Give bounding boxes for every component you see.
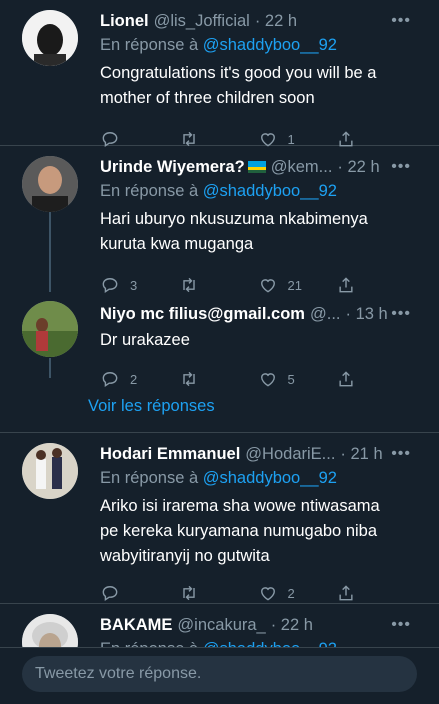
share-icon <box>339 277 353 293</box>
retweet-button[interactable] <box>179 583 258 603</box>
more-options-icon[interactable]: ••• <box>391 12 415 30</box>
tweet-text: Hari uburyo nkusuzuma nkabimenya kuruta k… <box>100 207 415 257</box>
reply-prefix: En réponse à <box>100 36 199 54</box>
heart-icon <box>260 373 275 387</box>
more-options-icon[interactable]: ••• <box>391 158 415 176</box>
more-options-icon[interactable]: ••• <box>391 616 415 634</box>
retweet-icon <box>183 371 195 387</box>
author-handle[interactable]: @incakura_ <box>177 616 265 635</box>
mention-link[interactable]: @shaddyboo__92 <box>203 182 337 200</box>
retweet-button[interactable] <box>179 369 258 389</box>
reply-icon <box>102 372 118 387</box>
share-icon <box>339 371 353 387</box>
timestamp[interactable]: · 22 h <box>271 616 313 635</box>
reply-icon <box>102 278 118 293</box>
author-name-text: Urinde Wiyemera? <box>100 157 245 176</box>
tweet-2[interactable]: Urinde Wiyemera? @kem... · 22 h ••• En r… <box>0 146 439 293</box>
timestamp[interactable]: · 22 h <box>255 12 297 31</box>
like-count: 2 <box>287 585 295 601</box>
retweet-icon <box>183 585 195 601</box>
share-icon <box>339 585 353 601</box>
like-button[interactable]: 21 <box>258 275 337 295</box>
author-handle[interactable]: @lis_Jofficial <box>154 12 250 31</box>
reply-context: En réponse à @shaddyboo__92 <box>100 469 415 488</box>
tweet-actions: 2 5 <box>100 367 415 391</box>
timestamp[interactable]: · 22 h <box>337 158 379 177</box>
like-button[interactable]: 5 <box>258 369 337 389</box>
tweet-text-line: Ariko isi irarema sha wowe ntiwasama <box>100 497 380 515</box>
more-options-icon[interactable]: ••• <box>391 445 415 463</box>
timestamp[interactable]: · 21 h <box>340 445 382 464</box>
tweet-text-line: Hari uburyo nkusuzuma nkabimenya <box>100 210 368 228</box>
tweet-text: Dr urakazee <box>100 328 415 353</box>
reply-context: En réponse à @shaddyboo__92 <box>100 182 415 201</box>
avatar[interactable] <box>22 156 78 212</box>
reply-prefix: En réponse à <box>100 182 199 200</box>
reply-count: 2 <box>130 371 138 387</box>
author-handle[interactable]: @kem... <box>271 158 333 177</box>
reply-count: 3 <box>130 277 138 293</box>
avatar[interactable] <box>22 10 78 66</box>
tweet-text-line: Congratulations it's good you will be a <box>100 64 377 82</box>
author-name[interactable]: Lionel <box>100 12 149 31</box>
reply-icon <box>102 586 118 601</box>
avatar[interactable] <box>22 301 78 357</box>
timestamp[interactable]: · 13 h <box>346 305 388 324</box>
reply-button[interactable]: 2 <box>100 369 179 389</box>
tweet-text-line: Dr urakazee <box>100 331 190 349</box>
mention-link[interactable]: @shaddyboo__92 <box>203 469 337 487</box>
tweet-text-line: pe kereka kuryamana numugabo niba <box>100 522 378 540</box>
author-name[interactable]: Hodari Emmanuel <box>100 445 240 464</box>
reply-button[interactable]: 3 <box>100 275 179 295</box>
tweet-4[interactable]: Hodari Emmanuel @HodariE... · 21 h ••• E… <box>0 433 439 603</box>
author-handle[interactable]: @HodariE... <box>245 445 335 464</box>
tweet-text-line: kuruta kwa muganga <box>100 235 254 253</box>
like-count: 1 <box>287 131 295 147</box>
tweet-1[interactable]: Lionel @lis_Jofficial · 22 h ••• En répo… <box>0 0 439 147</box>
tweet-text: Congratulations it's good you will be a m… <box>100 61 415 111</box>
reply-prefix: En réponse à <box>100 469 199 487</box>
share-button[interactable] <box>336 275 415 295</box>
like-count: 5 <box>287 371 295 387</box>
tweet-3[interactable]: Niyo mc filius@gmail.com @... · 13 h •••… <box>0 293 439 387</box>
tweet-text-line: wabyitiranyij no gutwita <box>100 547 270 565</box>
more-options-icon[interactable]: ••• <box>391 305 415 323</box>
author-name[interactable]: Niyo mc filius@gmail.com <box>100 305 305 324</box>
share-button[interactable] <box>336 583 415 603</box>
reply-input[interactable]: Tweetez votre réponse. <box>22 656 417 692</box>
rwanda-flag-icon <box>247 160 266 173</box>
reply-context: En réponse à @shaddyboo__92 <box>100 36 415 55</box>
retweet-icon <box>183 277 195 293</box>
heart-icon <box>260 279 275 293</box>
avatar[interactable] <box>22 443 78 499</box>
author-name[interactable]: BAKAME <box>100 616 172 635</box>
share-button[interactable] <box>336 369 415 389</box>
heart-icon <box>260 587 275 601</box>
tweet-text: Ariko isi irarema sha wowe ntiwasama pe k… <box>100 494 415 569</box>
mention-link[interactable]: @shaddyboo__92 <box>203 36 337 54</box>
tweet-text-line: mother of three children soon <box>100 89 315 107</box>
author-name[interactable]: Urinde Wiyemera? <box>100 158 266 177</box>
reply-composer: Tweetez votre réponse. <box>0 647 439 700</box>
like-count: 21 <box>287 277 302 293</box>
tweet-actions: 2 <box>100 581 415 605</box>
retweet-button[interactable] <box>179 275 258 295</box>
like-button[interactable]: 2 <box>258 583 337 603</box>
author-handle[interactable]: @... <box>310 305 341 324</box>
reply-button[interactable] <box>100 583 179 603</box>
